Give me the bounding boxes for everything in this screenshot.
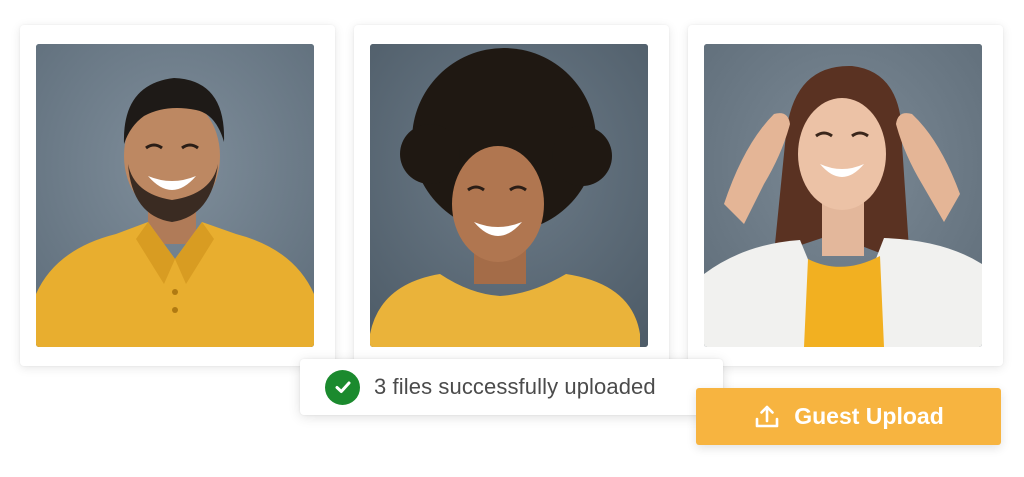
check-circle-icon (325, 369, 360, 405)
toast-message: 3 files successfully uploaded (374, 374, 656, 399)
upload-success-toast: 3 files successfully uploaded (300, 359, 723, 415)
guest-upload-button[interactable]: Guest Upload (696, 388, 1001, 445)
photo-card[interactable] (688, 25, 1003, 366)
photo-woman-white-shirt (704, 44, 982, 347)
photo-man-yellow-polo (36, 44, 314, 347)
upload-icon (753, 403, 781, 431)
photo-woman-curly-hair (370, 44, 648, 347)
upload-gallery: 3 files successfully uploaded Guest Uplo… (0, 0, 1024, 477)
photo-card[interactable] (354, 25, 669, 366)
guest-upload-label: Guest Upload (794, 403, 944, 429)
photo-card[interactable] (20, 25, 335, 366)
